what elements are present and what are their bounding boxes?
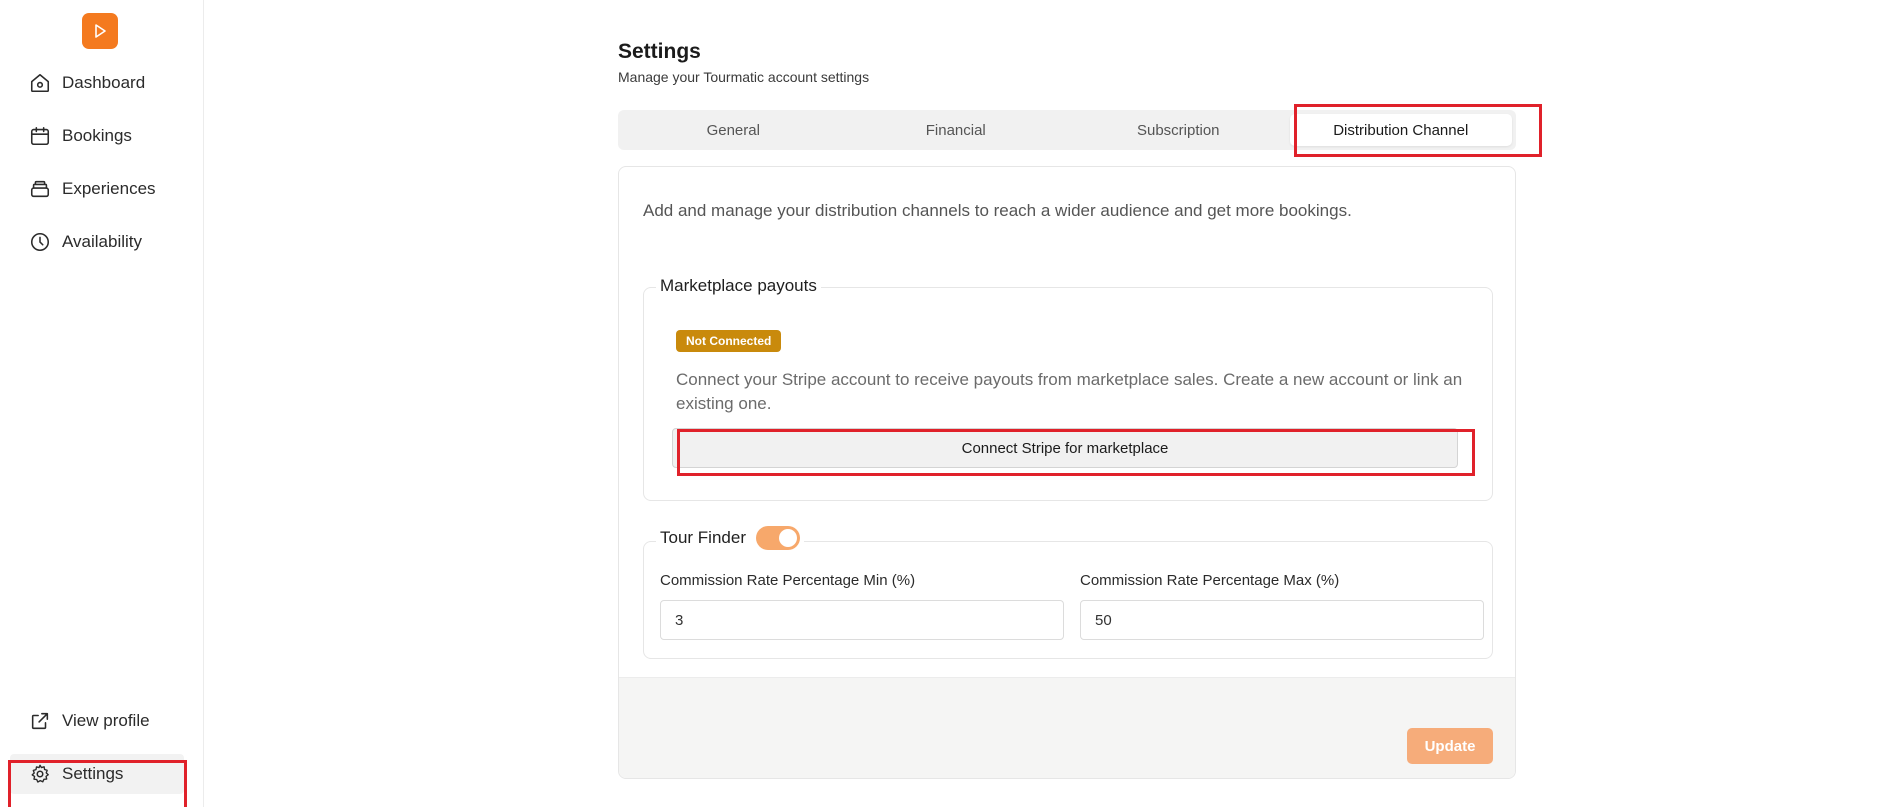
stripe-description: Connect your Stripe account to receive p…	[676, 370, 1463, 413]
clock-icon	[28, 230, 52, 254]
tour-finder-toggle[interactable]	[755, 526, 800, 550]
settings-tabs: General Financial Subscription Distribut…	[618, 110, 1516, 150]
tour-finder-legend-text: Tour Finder	[660, 528, 746, 547]
tab-subscription[interactable]: Subscription	[1067, 114, 1290, 146]
commission-max-label: Commission Rate Percentage Max (%)	[1080, 572, 1340, 589]
sidebar: Dashboard Bookings Experiences Availabil…	[0, 0, 204, 807]
sidebar-item-view-profile[interactable]: View profile	[10, 701, 184, 741]
gear-icon	[28, 762, 52, 786]
sidebar-item-label: Dashboard	[62, 73, 146, 92]
layers-icon	[28, 177, 52, 201]
sidebar-item-availability[interactable]: Availability	[10, 222, 184, 262]
calendar-icon	[28, 124, 52, 148]
sidebar-item-dashboard[interactable]: Dashboard	[10, 63, 184, 103]
sidebar-item-bookings[interactable]: Bookings	[10, 116, 184, 156]
sidebar-item-label: Availability	[62, 232, 143, 251]
page-subtitle: Manage your Tourmatic account settings	[618, 69, 870, 85]
home-icon	[28, 71, 52, 95]
distribution-card: Add and manage your distribution channel…	[618, 166, 1516, 779]
toggle-knob	[778, 529, 797, 547]
play-icon	[95, 24, 106, 38]
sidebar-item-label: Settings	[62, 764, 124, 783]
commission-max-input[interactable]	[1080, 600, 1484, 640]
marketplace-payouts-section: Marketplace payouts Not Connected Connec…	[643, 276, 1493, 501]
sidebar-item-experiences[interactable]: Experiences	[10, 169, 184, 209]
marketplace-legend-text: Marketplace payouts	[660, 276, 817, 295]
commission-min-input[interactable]	[660, 600, 1064, 640]
sidebar-item-label: Experiences	[62, 179, 156, 198]
connect-stripe-button[interactable]: Connect Stripe for marketplace	[672, 428, 1458, 468]
update-button[interactable]: Update	[1407, 728, 1493, 764]
sidebar-item-label: View profile	[62, 711, 150, 730]
tab-general[interactable]: General	[622, 114, 845, 146]
logo[interactable]	[82, 13, 118, 49]
status-badge: Not Connected	[676, 330, 782, 352]
external-link-icon	[28, 709, 52, 733]
sidebar-item-settings[interactable]: Settings	[10, 754, 184, 794]
tab-distribution-channel[interactable]: Distribution Channel	[1289, 114, 1512, 146]
commission-min-label: Commission Rate Percentage Min (%)	[660, 572, 916, 589]
tour-finder-legend: Tour Finder	[656, 526, 804, 550]
marketplace-legend: Marketplace payouts	[656, 276, 821, 296]
page-title: Settings	[618, 40, 701, 63]
tab-financial[interactable]: Financial	[845, 114, 1068, 146]
sidebar-item-label: Bookings	[62, 126, 132, 145]
distribution-description: Add and manage your distribution channel…	[643, 201, 1352, 220]
tour-finder-section: Tour Finder Commission Rate Percentage M…	[643, 526, 1493, 659]
card-footer: Update	[619, 677, 1515, 778]
